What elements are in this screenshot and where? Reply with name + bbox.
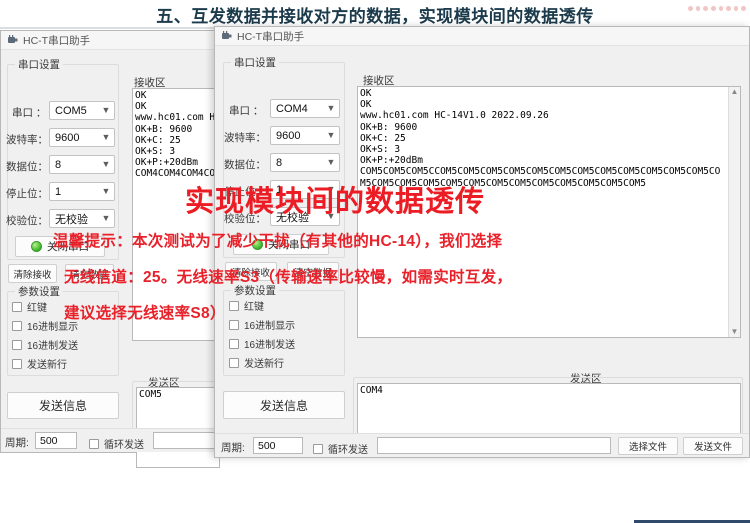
- checkbox-send-newline-front[interactable]: 发送新行: [229, 355, 284, 370]
- label-baud-back: 波特率：: [6, 134, 48, 146]
- clear-receive-label-back: 清除接收: [13, 269, 52, 281]
- chevron-down-icon: ▼: [326, 103, 336, 113]
- period-input-front[interactable]: 500: [253, 437, 303, 454]
- select-databits-front[interactable]: 8 ▼: [270, 153, 340, 172]
- window-title-back: HC-T串口助手: [23, 34, 91, 47]
- label-parity-back: 校验位：: [6, 215, 48, 227]
- window-body-back: 串口设置 串口 ： COM5 ▼ 波特率： 9600 ▼ 数据位： 8 ▼ 停止…: [1, 50, 222, 468]
- label-baud-front: 波特率：: [224, 132, 266, 144]
- select-baud-value-front: 9600: [276, 129, 301, 142]
- checkbox-box-icon: [313, 443, 323, 454]
- page-title: 五、互发数据并接收对方的数据，实现模块间的数据透传: [156, 6, 594, 26]
- select-port-front[interactable]: COM4 ▼: [270, 99, 340, 118]
- scroll-up-arrow-icon[interactable]: ▲: [731, 87, 739, 97]
- send-file-button-front[interactable]: 发送文件: [683, 437, 743, 455]
- annotation-title-overlay: 实现模块间的数据透传: [185, 186, 486, 218]
- checkbox-box-icon: [229, 319, 239, 330]
- port-status-led-icon: [31, 241, 42, 252]
- checkbox-hex-display-label-front: 16进制显示: [244, 321, 296, 332]
- checkbox-send-newline-back[interactable]: 发送新行: [12, 356, 67, 371]
- select-port-value-front: COM4: [276, 102, 308, 115]
- send-message-button-back[interactable]: 发送信息: [7, 392, 119, 419]
- chevron-down-icon: ▼: [101, 213, 111, 223]
- checkbox-box-icon: [12, 320, 22, 331]
- chevron-down-icon: ▼: [326, 157, 336, 167]
- checkbox-box-icon: [229, 300, 239, 311]
- select-port-value-back: COM5: [55, 104, 87, 117]
- annotation-line-2: 无线信道：25。无线速率S3（传输速率比较慢，如需实时互发，: [64, 269, 513, 286]
- checkbox-loop-send-back[interactable]: 循环发送: [89, 436, 144, 451]
- checkbox-box-icon: [89, 438, 99, 449]
- send-file-label-front: 发送文件: [693, 442, 732, 453]
- label-period-front: 周期:: [221, 442, 245, 454]
- checkbox-hex-display-front[interactable]: 16进制显示: [229, 317, 295, 332]
- clear-receive-button-back[interactable]: 清除接收: [8, 264, 57, 283]
- send-message-label-front: 发送信息: [259, 398, 308, 413]
- group-legend-port-settings-back: 串口设置: [15, 57, 63, 72]
- select-baud-front[interactable]: 9600 ▼: [270, 126, 340, 145]
- checkbox-box-icon: [229, 338, 239, 349]
- annotation-line-1: 温馨提示：本次测试为了减少干扰（有其他的HC-14），我们选择: [53, 233, 503, 250]
- scroll-down-arrow-icon[interactable]: ▼: [731, 327, 739, 337]
- label-databits-front: 数据位：: [224, 159, 266, 171]
- period-input-back[interactable]: 500: [35, 432, 77, 449]
- serial-app-icon: [221, 31, 232, 41]
- checkbox-loop-send-front[interactable]: 循环发送: [313, 441, 368, 456]
- label-port-front: 串口 ：: [229, 105, 264, 117]
- file-path-input-front[interactable]: [377, 437, 611, 454]
- select-parity-value-back: 无校验: [55, 213, 88, 226]
- select-stopbits-value-back: 1: [55, 185, 62, 198]
- checkbox-hotkey-label-front: 红键: [244, 302, 264, 313]
- receive-scrollbar-front[interactable]: ▲ ▼: [728, 87, 740, 337]
- titlebar-front[interactable]: HC-T串口助手: [215, 27, 749, 46]
- checkbox-send-newline-label-front: 发送新行: [244, 359, 284, 370]
- checkbox-send-newline-label-back: 发送新行: [27, 360, 67, 371]
- checkbox-hotkey-back[interactable]: 红键: [12, 299, 47, 314]
- checkbox-hex-send-label-back: 16进制发送: [27, 341, 79, 352]
- checkbox-hex-send-label-front: 16进制发送: [244, 340, 296, 351]
- checkbox-box-icon: [229, 357, 239, 368]
- serial-app-icon: [7, 35, 18, 45]
- chevron-down-icon: ▼: [101, 105, 111, 115]
- titlebar-back[interactable]: HC-T串口助手: [1, 31, 221, 50]
- select-parity-back[interactable]: 无校验 ▼: [49, 209, 115, 228]
- select-baud-value-back: 9600: [55, 131, 80, 144]
- checkbox-box-icon: [12, 339, 22, 350]
- select-file-button-front[interactable]: 选择文件: [618, 437, 678, 455]
- select-databits-value-front: 8: [276, 156, 283, 169]
- chevron-down-icon: ▼: [101, 132, 111, 142]
- send-message-label-back: 发送信息: [38, 399, 87, 413]
- checkbox-hotkey-front[interactable]: 红键: [229, 298, 264, 313]
- checkbox-hex-send-front[interactable]: 16进制发送: [229, 336, 295, 351]
- file-path-input-back[interactable]: [153, 432, 219, 449]
- checkbox-hex-send-back[interactable]: 16进制发送: [12, 337, 78, 352]
- checkbox-loop-send-label-front: 循环发送: [328, 445, 368, 456]
- checkbox-loop-send-label-back: 循环发送: [104, 440, 144, 451]
- chevron-down-icon: ▼: [101, 186, 111, 196]
- bottom-bar-front: 周期: 500 循环发送 选择文件 发送文件: [215, 433, 749, 457]
- checkbox-hotkey-label-back: 红键: [27, 303, 47, 314]
- annotation-line-3: 建议选择无线速率S8）: [64, 305, 226, 322]
- chevron-down-icon: ▼: [326, 130, 336, 140]
- checkbox-box-icon: [12, 358, 22, 369]
- select-baud-back[interactable]: 9600 ▼: [49, 128, 115, 147]
- bottom-bar-back: 周期: 500 循环发送: [1, 428, 221, 452]
- select-stopbits-back[interactable]: 1 ▼: [49, 182, 115, 201]
- checkbox-box-icon: [12, 301, 22, 312]
- group-legend-param-settings-back: 参数设置: [15, 284, 63, 299]
- decorative-dots: [688, 2, 746, 14]
- window-title-front: HC-T串口助手: [237, 30, 305, 43]
- label-period-back: 周期:: [5, 437, 29, 449]
- group-legend-port-settings-front: 串口设置: [231, 55, 279, 70]
- window-body-front: 串口设置 串口 ： COM4 ▼ 波特率： 9600 ▼ 数据位： 8 ▼ 停止…: [215, 46, 749, 457]
- select-file-label-front: 选择文件: [628, 442, 667, 453]
- select-port-back[interactable]: COM5 ▼: [49, 101, 115, 120]
- label-stopbits-back: 停止位：: [6, 188, 48, 200]
- label-port-back: 串口 ：: [12, 107, 47, 119]
- chevron-down-icon: ▼: [101, 159, 111, 169]
- select-databits-value-back: 8: [55, 158, 62, 171]
- label-databits-back: 数据位：: [6, 161, 48, 173]
- select-databits-back[interactable]: 8 ▼: [49, 155, 115, 174]
- send-message-button-front[interactable]: 发送信息: [223, 391, 345, 419]
